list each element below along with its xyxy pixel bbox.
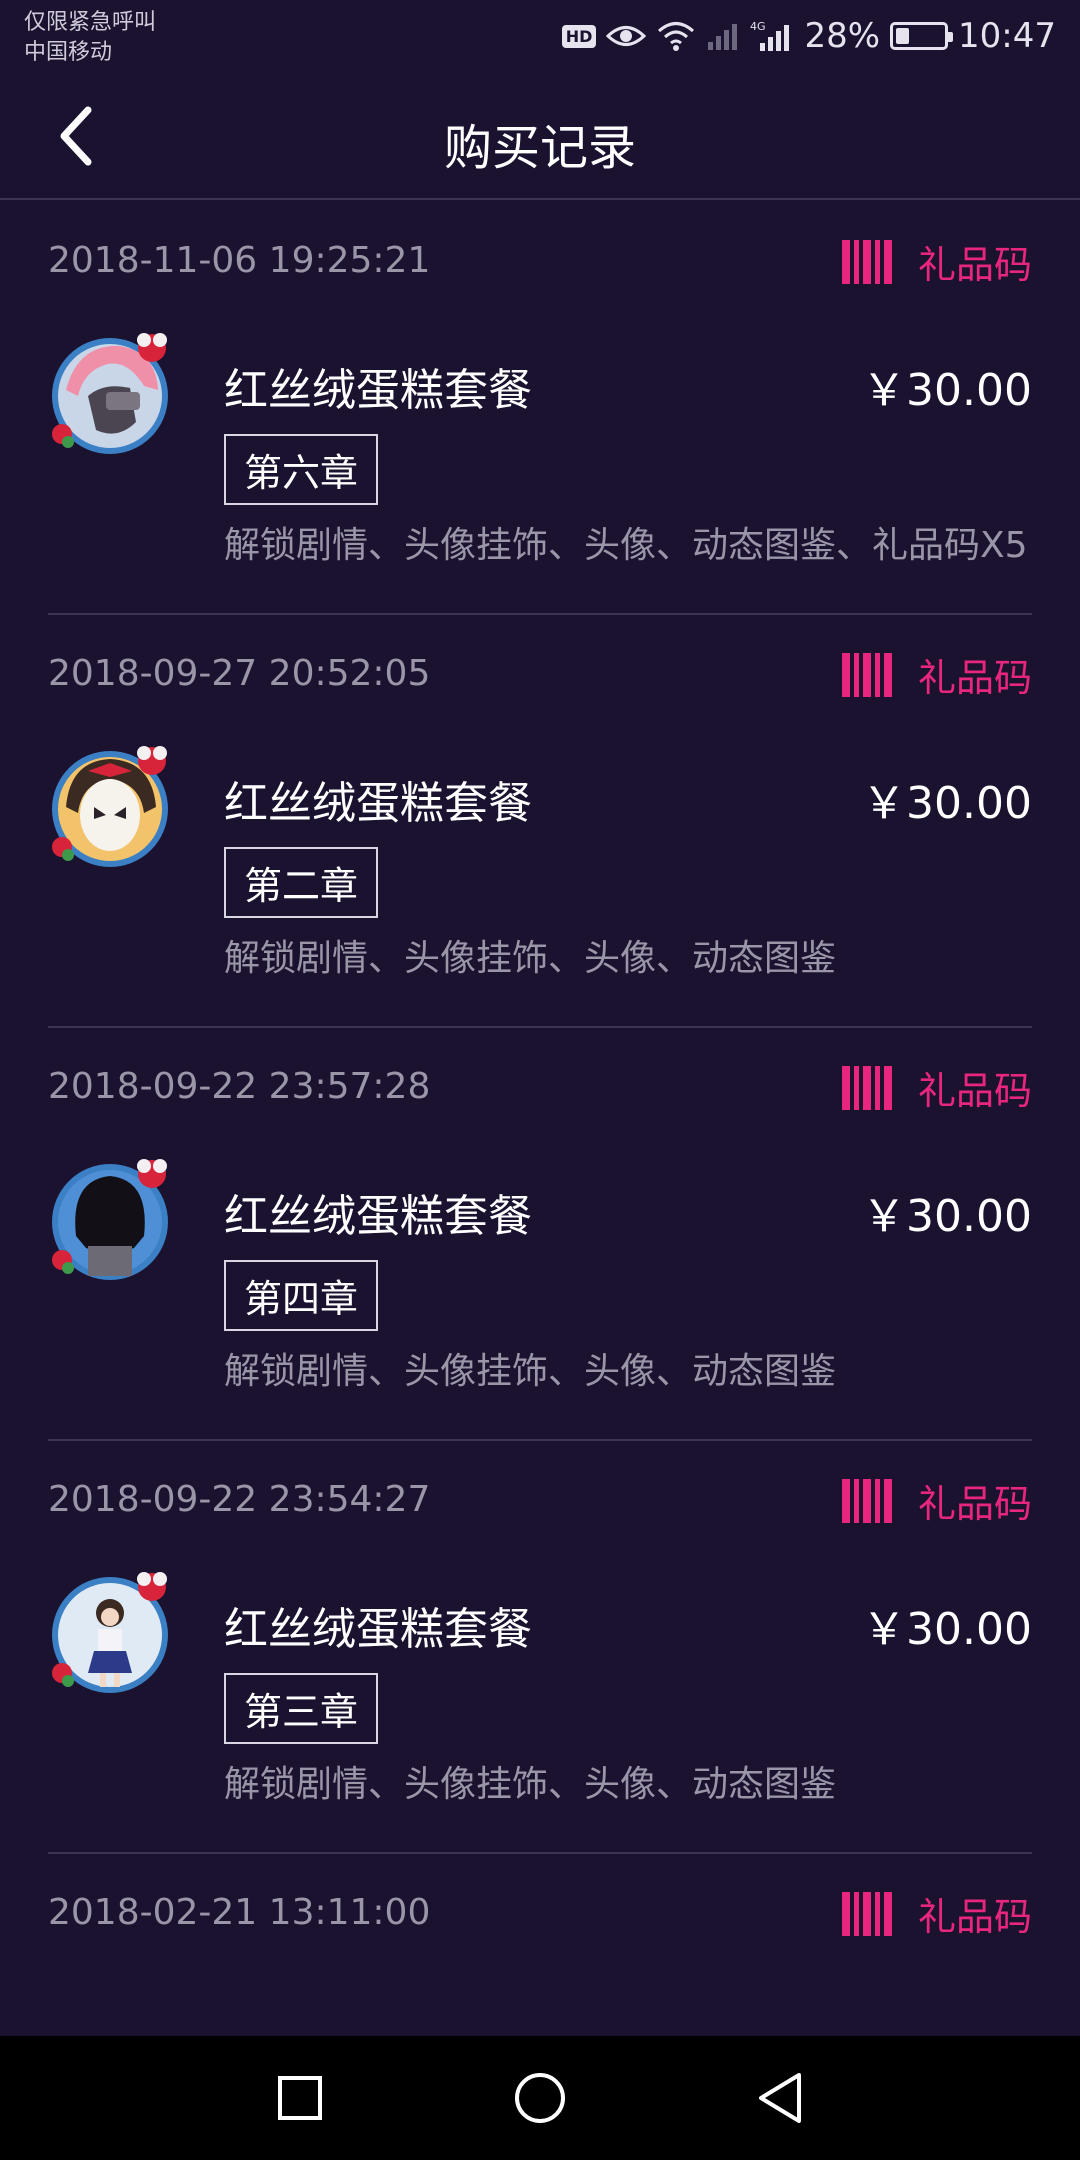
package-contents: 解锁剧情、头像挂饰、头像、动态图鉴 (224, 1764, 837, 1805)
black-hair-character-avatar (52, 1159, 168, 1280)
app-header: 购买记录 (0, 72, 1080, 200)
clock: 10:47 (958, 16, 1056, 56)
barcode-icon (841, 1478, 892, 1523)
masked-character-avatar (52, 746, 168, 867)
record-time: 2018-02-21 13:11:00 (48, 1892, 431, 1933)
package-price: ￥30.00 (862, 365, 1032, 416)
carrier-info: 仅限紧急呼叫 中国移动 (24, 8, 156, 68)
gift-code-button[interactable]: 礼品码 (841, 1060, 1032, 1115)
barcode-icon (841, 1891, 892, 1936)
gift-code-button[interactable]: 礼品码 (841, 1473, 1032, 1528)
hd-icon: HD (561, 24, 597, 48)
gift-code-label: 礼品码 (917, 1895, 1032, 1939)
carrier-name: 中国移动 (24, 40, 113, 65)
gift-code-label: 礼品码 (917, 1069, 1032, 1113)
status-bar: 仅限紧急呼叫 中国移动 HD 4G 28% 10:47 (0, 0, 1080, 72)
pink-hair-character-avatar (52, 333, 168, 454)
chapter-tag: 第三章 (224, 1673, 379, 1744)
package-name: 红丝绒蛋糕套餐 (224, 1191, 532, 1242)
schoolgirl-character-avatar (52, 1572, 168, 1693)
record-time: 2018-09-22 23:57:28 (48, 1066, 431, 1107)
package-name: 红丝绒蛋糕套餐 (224, 778, 532, 829)
4g-signal-icon: 4G (750, 20, 790, 51)
wifi-icon (658, 22, 695, 51)
triangle-back-icon (759, 2073, 801, 2123)
barcode-icon (841, 239, 892, 284)
record-time: 2018-09-22 23:54:27 (48, 1479, 431, 1520)
chapter-tag: 第四章 (224, 1260, 379, 1331)
gift-code-button[interactable]: 礼品码 (841, 1886, 1032, 1941)
package-price: ￥30.00 (862, 1191, 1032, 1242)
package-contents: 解锁剧情、头像挂饰、头像、动态图鉴 (224, 1351, 837, 1392)
purchase-record: 2018-09-22 23:57:28 礼品码 红丝绒蛋糕套餐 ￥30.00 第… (48, 1028, 1032, 1441)
purchase-record: 2018-09-27 20:52:05 礼品码 红丝绒蛋糕套餐 ￥30.00 第… (48, 615, 1032, 1028)
barcode-icon (841, 652, 892, 697)
purchase-record: 2018-09-22 23:54:27 礼品码 红丝绒蛋糕套餐 ￥30.00 第… (48, 1441, 1032, 1854)
package-price: ￥30.00 (862, 778, 1032, 829)
battery-level (896, 28, 910, 44)
square-recent-apps-icon (278, 2076, 322, 2120)
package-name: 红丝绒蛋糕套餐 (224, 365, 532, 416)
svg-text:4G: 4G (750, 20, 766, 33)
chapter-tag: 第二章 (224, 847, 379, 918)
package-contents: 解锁剧情、头像挂饰、头像、动态图鉴、礼品码X5 (224, 525, 1028, 566)
purchase-record: 2018-11-06 19:25:21 礼品码 红丝绒蛋糕套餐 ￥30.00 第… (48, 202, 1032, 615)
circle-home-icon (515, 2073, 565, 2123)
battery-icon (890, 22, 954, 50)
package-contents: 解锁剧情、头像挂饰、头像、动态图鉴 (224, 938, 837, 979)
package-name: 红丝绒蛋糕套餐 (224, 1604, 532, 1655)
chapter-tag: 第六章 (224, 434, 379, 505)
gift-code-label: 礼品码 (917, 1482, 1032, 1526)
record-time: 2018-09-27 20:52:05 (48, 653, 431, 694)
home-button[interactable] (508, 2066, 572, 2130)
eye-icon (606, 26, 647, 46)
barcode-icon (841, 1065, 892, 1110)
recent-apps-button[interactable] (268, 2066, 332, 2130)
system-navigation-bar (0, 2036, 1080, 2160)
package-price: ￥30.00 (862, 1604, 1032, 1655)
carrier-emergency-text: 仅限紧急呼叫 (24, 10, 157, 35)
gift-code-button[interactable]: 礼品码 (841, 647, 1032, 702)
system-back-button[interactable] (748, 2066, 812, 2130)
record-time: 2018-11-06 19:25:21 (48, 240, 431, 281)
page-title: 购买记录 (443, 120, 636, 176)
status-icons: HD 4G 28% 10:47 (561, 12, 1056, 60)
purchase-record-list[interactable]: 2018-11-06 19:25:21 礼品码 红丝绒蛋糕套餐 ￥30.00 第… (0, 202, 1080, 1964)
gift-code-label: 礼品码 (917, 656, 1032, 700)
battery-percent: 28% (804, 16, 881, 56)
purchase-record: 2018-02-21 13:11:00 礼品码 (48, 1854, 1032, 1964)
gift-code-button[interactable]: 礼品码 (841, 234, 1032, 289)
gift-code-label: 礼品码 (917, 243, 1032, 287)
purchase-history-screen: 仅限紧急呼叫 中国移动 HD 4G 28% 10:47 购买记录 2018-11… (0, 0, 1080, 2160)
signal-icon (708, 24, 738, 50)
